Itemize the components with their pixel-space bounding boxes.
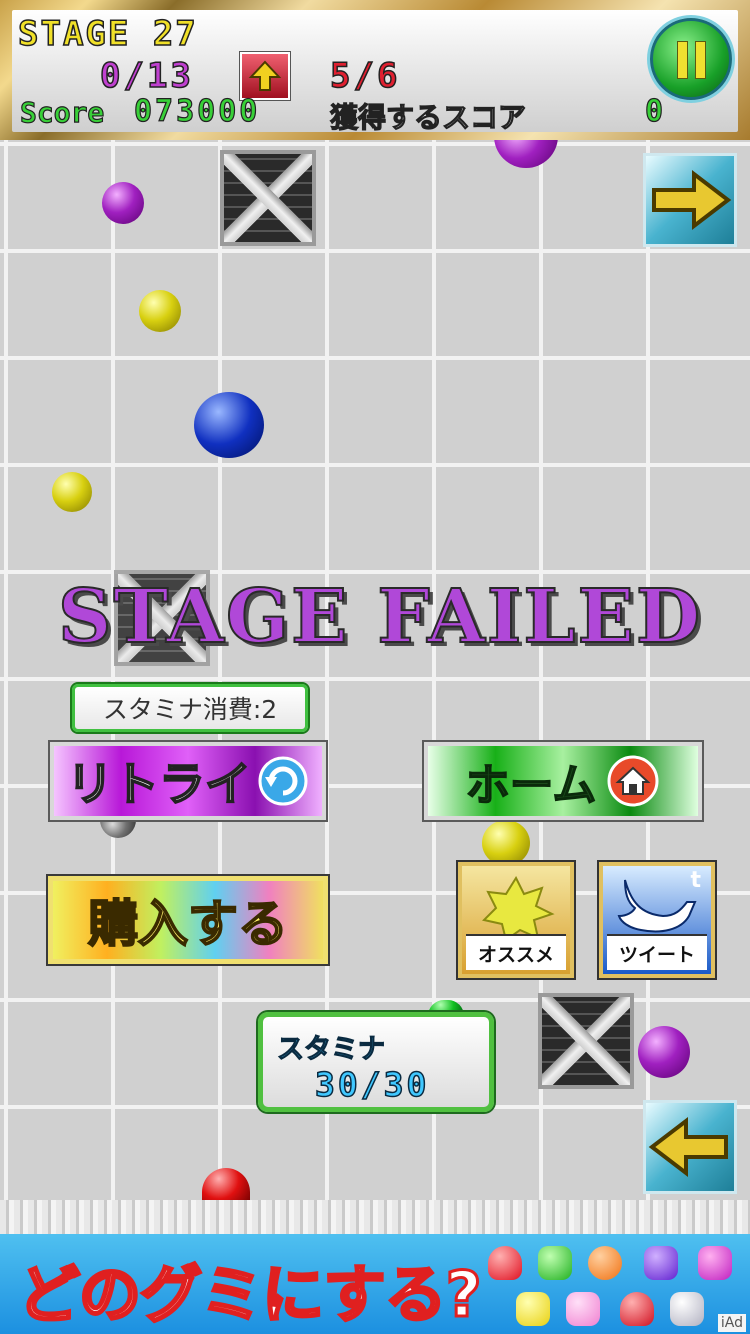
arrow-right-icon xyxy=(652,169,732,231)
ball-blue[interactable] xyxy=(194,392,264,458)
ad-headline: どのグミにする? xyxy=(17,1257,484,1333)
tweet-badge: t xyxy=(690,868,701,893)
gummy-purple-icon xyxy=(644,1246,678,1280)
tweet-button[interactable]: t ツイート xyxy=(597,860,717,980)
gummy-heart-red-icon xyxy=(488,1246,522,1280)
arrow-left-icon xyxy=(648,1116,728,1178)
pause-icon xyxy=(677,41,688,79)
recommend-button[interactable]: オススメ xyxy=(456,860,576,980)
stamina-panel: スタミナ 30/30 xyxy=(258,1012,494,1112)
ball-purple[interactable] xyxy=(638,1026,690,1078)
bird-icon xyxy=(617,879,697,933)
buy-button[interactable]: 購入する xyxy=(46,874,330,966)
stage-failed-title: STAGE FAILED xyxy=(57,573,703,661)
gummy-magenta-icon xyxy=(698,1246,732,1280)
stamina-cost-label: スタミナ消費:2 xyxy=(72,684,308,732)
blocked-tile xyxy=(538,993,634,1089)
ball-yellow[interactable] xyxy=(139,290,181,332)
target-progress: 0/13 xyxy=(99,55,194,97)
stamina-label: スタミナ xyxy=(276,1033,385,1065)
ball-purple[interactable] xyxy=(102,182,144,224)
gain-score-label: 獲得するスコア xyxy=(329,100,527,134)
gummy-yellow-icon xyxy=(516,1292,550,1326)
score-value: 073000 xyxy=(133,93,261,129)
gain-score-value: 0 xyxy=(644,93,664,129)
iad-badge: iAd xyxy=(717,1314,746,1332)
buy-label: 購入する xyxy=(87,894,289,954)
refresh-icon xyxy=(258,756,308,806)
pause-button[interactable] xyxy=(650,18,732,100)
ball-yellow[interactable] xyxy=(52,472,92,512)
arrow-left-tile xyxy=(643,1100,737,1194)
home-button[interactable]: ホーム xyxy=(422,740,704,822)
score-label: Score xyxy=(19,95,105,129)
gummy-green-icon xyxy=(538,1246,572,1280)
gummy-star-white-icon xyxy=(670,1292,704,1326)
home-icon xyxy=(607,755,659,807)
stage-number: STAGE 27 xyxy=(17,13,198,55)
gummy-orange-icon xyxy=(588,1246,622,1280)
blocked-tile xyxy=(220,150,316,246)
retry-label: リトライ xyxy=(66,756,252,812)
board-bottom-edge xyxy=(0,1200,750,1238)
recommend-label: オススメ xyxy=(466,934,566,970)
retry-button[interactable]: リトライ xyxy=(48,740,328,822)
gummy-heart-red-icon xyxy=(620,1292,654,1326)
gummy-pink-icon xyxy=(566,1292,600,1326)
hud-panel: STAGE 27 0/13 5/6 Score 073000 獲得するスコア 0 xyxy=(0,0,750,140)
ad-banner[interactable]: どのグミにする? iAd xyxy=(0,1234,750,1334)
moves-counter: 5/6 xyxy=(329,55,401,97)
ball-yellow[interactable] xyxy=(482,820,530,866)
tweet-label: ツイート xyxy=(607,934,707,970)
stamina-value: 30/30 xyxy=(314,1064,430,1105)
home-label: ホーム xyxy=(465,759,597,812)
arrow-up-icon xyxy=(240,52,290,100)
arrow-right-tile xyxy=(643,153,737,247)
